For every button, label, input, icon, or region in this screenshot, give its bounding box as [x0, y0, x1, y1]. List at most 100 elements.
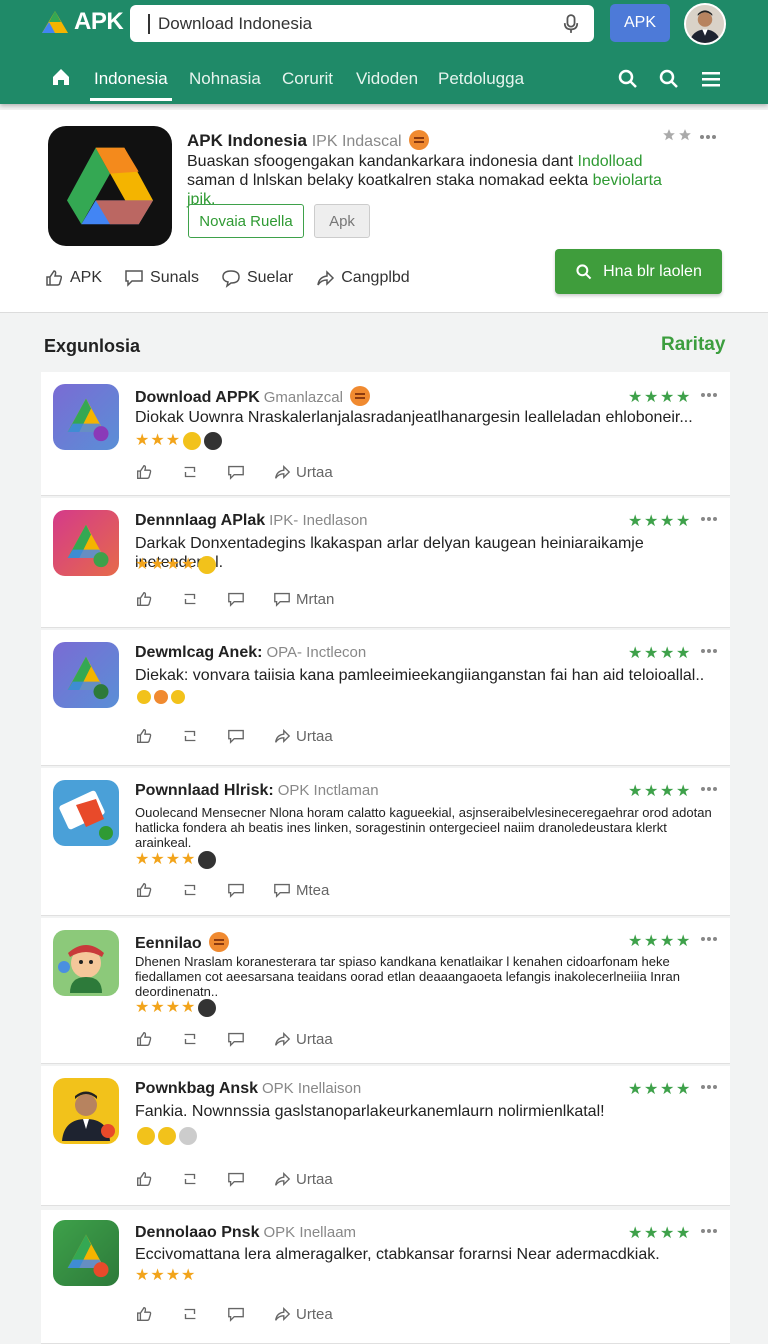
thumbs-up-icon[interactable]: [135, 1305, 181, 1323]
comment-icon[interactable]: [227, 1170, 273, 1188]
list-item[interactable]: Eennilao ★ ★ ★ ★ Dhenen Nraslam koranestera…: [41, 918, 730, 1064]
tab-petdolugga[interactable]: Petdolugga: [438, 69, 524, 89]
list-item[interactable]: Dennnlaag APlak IPK- Inedlason ★ ★ ★ ★ Darka…: [41, 498, 730, 628]
thumbs-up-icon[interactable]: [135, 463, 181, 481]
share-action[interactable]: Cangplbd: [315, 268, 410, 288]
comment-icon[interactable]: [227, 463, 273, 481]
share-action[interactable]: Urtea: [273, 1305, 333, 1323]
logo-text: APK: [74, 8, 124, 35]
download-button[interactable]: Hna blr laolen: [555, 249, 722, 294]
item-rating: ★ ★ ★ ★: [628, 389, 691, 406]
thumbs-up-icon[interactable]: [135, 1030, 181, 1048]
list-item[interactable]: Pownkbag Ansk OPK Inellaison ★ ★ ★ ★ Fankia.…: [41, 1066, 730, 1206]
item-title: Dennolaao Pnsk OPK Inellaam: [135, 1224, 357, 1241]
star-icon: [663, 129, 675, 141]
item-description: Dhenen Nraslam koranesterara tar spiaso …: [135, 954, 680, 999]
item-description: Eccivomattana lera almeragalker, ctabkan…: [135, 1246, 660, 1263]
list-item[interactable]: Download APPK Gmanlazcal ★ ★ ★ ★ Diokak Uown…: [41, 372, 730, 496]
repost-icon[interactable]: [181, 1030, 227, 1048]
more-options-icon[interactable]: [701, 1085, 719, 1091]
comment-action[interactable]: Sunals: [124, 268, 199, 288]
search-icon[interactable]: [617, 68, 639, 90]
item-stars: ★ ★ ★: [135, 432, 223, 450]
item-description: Fankia. Nownnssia gaslstanoparlakeurkane…: [135, 1103, 605, 1120]
repost-icon[interactable]: [181, 881, 227, 899]
item-actions: Urtea: [135, 1305, 333, 1323]
tab-nohnasia[interactable]: Nohnasia: [189, 69, 261, 89]
share-action[interactable]: Urtaa: [273, 1170, 333, 1188]
search-bar[interactable]: [130, 5, 594, 42]
item-title: Pownkbag Ansk OPK Inellaison: [135, 1080, 362, 1097]
install-outline-button[interactable]: Novaia Ruella: [188, 204, 304, 238]
more-options-icon[interactable]: [701, 937, 719, 943]
apk-tag-button[interactable]: Apk: [314, 204, 370, 238]
featured-app-card: APK Indonesia IPK Indascal Buaskan sfoog…: [0, 110, 768, 313]
item-actions: Urtaa: [135, 1030, 333, 1048]
item-title: Eennilao: [135, 932, 230, 953]
repost-icon[interactable]: [181, 1305, 227, 1323]
user-avatar[interactable]: [684, 3, 726, 45]
tab-vidoden[interactable]: Vidoden: [356, 69, 418, 89]
more-options-icon[interactable]: [701, 649, 719, 655]
apk-button[interactable]: APK: [610, 4, 670, 42]
featured-title[interactable]: APK Indonesia IPK Indascal: [187, 130, 430, 151]
apk-logo[interactable]: APK: [40, 8, 124, 36]
repost-icon[interactable]: [181, 727, 227, 745]
thumbs-up-icon[interactable]: [135, 590, 181, 608]
repost-icon[interactable]: [181, 1170, 227, 1188]
item-rating: ★ ★ ★ ★: [628, 1081, 691, 1098]
item-title: Dewmlcag Anek: OPA- Inctlecon: [135, 644, 367, 661]
home-icon[interactable]: [50, 66, 72, 88]
repost-icon[interactable]: [181, 590, 227, 608]
more-options-icon[interactable]: [700, 135, 718, 141]
more-options-icon[interactable]: [701, 1229, 719, 1235]
search-input[interactable]: [148, 13, 562, 34]
more-options-icon[interactable]: [701, 393, 719, 399]
list-item[interactable]: Pownnlaad Hlrisk: OPK Inctlaman ★ ★ ★ ★ Ouol…: [41, 768, 730, 916]
microphone-icon[interactable]: [562, 13, 580, 35]
item-description: Darkak Donxentadegins lkakaspan arlar de…: [135, 535, 644, 571]
thumbs-up-icon[interactable]: [135, 1170, 181, 1188]
more-options-icon[interactable]: [701, 517, 719, 523]
item-rating: ★ ★ ★ ★: [628, 933, 691, 950]
item-rating: ★ ★ ★ ★: [628, 645, 691, 662]
comment-icon[interactable]: [227, 1030, 273, 1048]
like-action[interactable]: APK: [44, 268, 102, 288]
tab-indonesia[interactable]: Indonesia: [94, 69, 168, 89]
thumbs-up-icon[interactable]: [135, 881, 181, 899]
item-actions: Urtaa: [135, 463, 333, 481]
chat-action[interactable]: Suelar: [221, 268, 293, 288]
list-item[interactable]: Dewmlcag Anek: OPA- Inctlecon ★ ★ ★ ★ Diekak…: [41, 630, 730, 766]
featured-subtitle: IPK Indascal: [311, 133, 402, 150]
comment-action[interactable]: Mtea: [273, 881, 329, 899]
comment-icon[interactable]: [227, 727, 273, 745]
item-description: Ouolecand Mensecner Nlona horam calatto …: [135, 805, 712, 850]
emoji-icon: [350, 386, 371, 406]
share-icon: [275, 728, 291, 744]
share-action[interactable]: Urtaa: [273, 727, 333, 745]
app-icon: [53, 384, 119, 450]
comment-icon[interactable]: [227, 1305, 273, 1323]
share-icon: [275, 1171, 291, 1187]
comment-action[interactable]: Mrtan: [273, 590, 334, 608]
item-actions: Mtea: [135, 881, 329, 899]
more-options-icon[interactable]: [701, 787, 719, 793]
item-stars: ★ ★ ★ ★: [135, 1267, 196, 1284]
item-badges: [135, 690, 185, 704]
list-item[interactable]: Dennolaao Pnsk OPK Inellaam ★ ★ ★ ★ Eccivoma…: [41, 1210, 730, 1344]
app-icon[interactable]: [48, 126, 172, 246]
search-icon[interactable]: [658, 68, 680, 90]
menu-icon[interactable]: [700, 68, 722, 90]
emoji-icon: [409, 130, 430, 150]
app-icon: [53, 930, 119, 996]
thumbs-up-icon[interactable]: [135, 727, 181, 745]
repost-icon[interactable]: [181, 463, 227, 481]
tab-corurit[interactable]: Corurit: [282, 69, 333, 89]
share-icon: [275, 464, 291, 480]
share-action[interactable]: Urtaa: [273, 1030, 333, 1048]
comment-icon[interactable]: [227, 881, 273, 899]
share-action[interactable]: Urtaa: [273, 463, 333, 481]
section-link[interactable]: Raritay: [661, 334, 725, 356]
comment-icon[interactable]: [227, 590, 273, 608]
top-app-bar: APK APK Indonesia Nohnasia Cor: [0, 0, 768, 104]
